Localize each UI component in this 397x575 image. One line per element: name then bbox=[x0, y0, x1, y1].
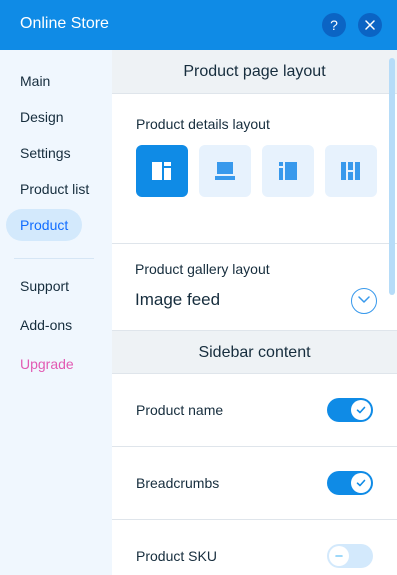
layout-option-1[interactable] bbox=[136, 145, 188, 197]
divider bbox=[112, 519, 397, 520]
question-mark-icon: ? bbox=[330, 17, 338, 33]
toggle-label-breadcrumbs: Breadcrumbs bbox=[136, 475, 220, 491]
details-layout-label: Product details layout bbox=[136, 116, 270, 132]
minus-icon bbox=[335, 555, 343, 557]
divider bbox=[112, 243, 397, 244]
gallery-layout-dropdown-button[interactable] bbox=[351, 288, 377, 314]
sidebar-item-product-list[interactable]: Product list bbox=[6, 173, 103, 205]
toggle-knob bbox=[351, 473, 371, 493]
sidebar: Main Design Settings Product list Produc… bbox=[0, 50, 112, 575]
gallery-layout-dropdown[interactable]: Image feed bbox=[135, 290, 220, 310]
toggle-breadcrumbs[interactable] bbox=[327, 471, 373, 495]
sidebar-item-main[interactable]: Main bbox=[6, 65, 64, 97]
panel-scrollbar[interactable] bbox=[389, 58, 395, 295]
close-button[interactable] bbox=[358, 13, 382, 37]
section-header-sidebar-content: Sidebar content bbox=[112, 331, 397, 374]
layout-image-top-text-bottom-icon bbox=[215, 162, 235, 180]
app-header: Online Store ? bbox=[0, 0, 397, 50]
toggle-label-product-name: Product name bbox=[136, 402, 224, 418]
sidebar-item-product[interactable]: Product bbox=[6, 209, 83, 241]
divider bbox=[112, 373, 397, 374]
sidebar-item-settings[interactable]: Settings bbox=[6, 137, 85, 169]
divider bbox=[112, 446, 397, 447]
layout-text-left-image-right-icon bbox=[279, 162, 297, 180]
checkmark-icon bbox=[356, 479, 366, 487]
section-header-page-layout: Product page layout bbox=[112, 50, 397, 93]
divider bbox=[112, 93, 397, 94]
help-button[interactable]: ? bbox=[322, 13, 346, 37]
gallery-layout-label: Product gallery layout bbox=[135, 261, 270, 277]
settings-panel: Product page layout Product details layo… bbox=[112, 50, 397, 575]
layout-option-2[interactable] bbox=[199, 145, 251, 197]
chevron-down-icon bbox=[358, 296, 370, 303]
checkmark-icon bbox=[356, 406, 366, 414]
sidebar-divider bbox=[14, 258, 94, 259]
toggle-product-name[interactable] bbox=[327, 398, 373, 422]
layout-image-left-text-right-icon bbox=[152, 162, 171, 180]
sidebar-item-design[interactable]: Design bbox=[6, 101, 78, 133]
sidebar-item-add-ons[interactable]: Add-ons bbox=[6, 309, 86, 341]
toggle-knob bbox=[329, 546, 349, 566]
app-title: Online Store bbox=[20, 15, 109, 32]
toggle-knob bbox=[351, 400, 371, 420]
sidebar-item-support[interactable]: Support bbox=[6, 270, 83, 302]
layout-columns-icon bbox=[341, 162, 360, 180]
layout-option-3[interactable] bbox=[262, 145, 314, 197]
sidebar-item-upgrade[interactable]: Upgrade bbox=[6, 348, 88, 380]
toggle-product-sku[interactable] bbox=[327, 544, 373, 568]
toggle-label-product-sku: Product SKU bbox=[136, 548, 217, 564]
layout-option-4[interactable] bbox=[325, 145, 377, 197]
close-icon bbox=[365, 20, 375, 30]
